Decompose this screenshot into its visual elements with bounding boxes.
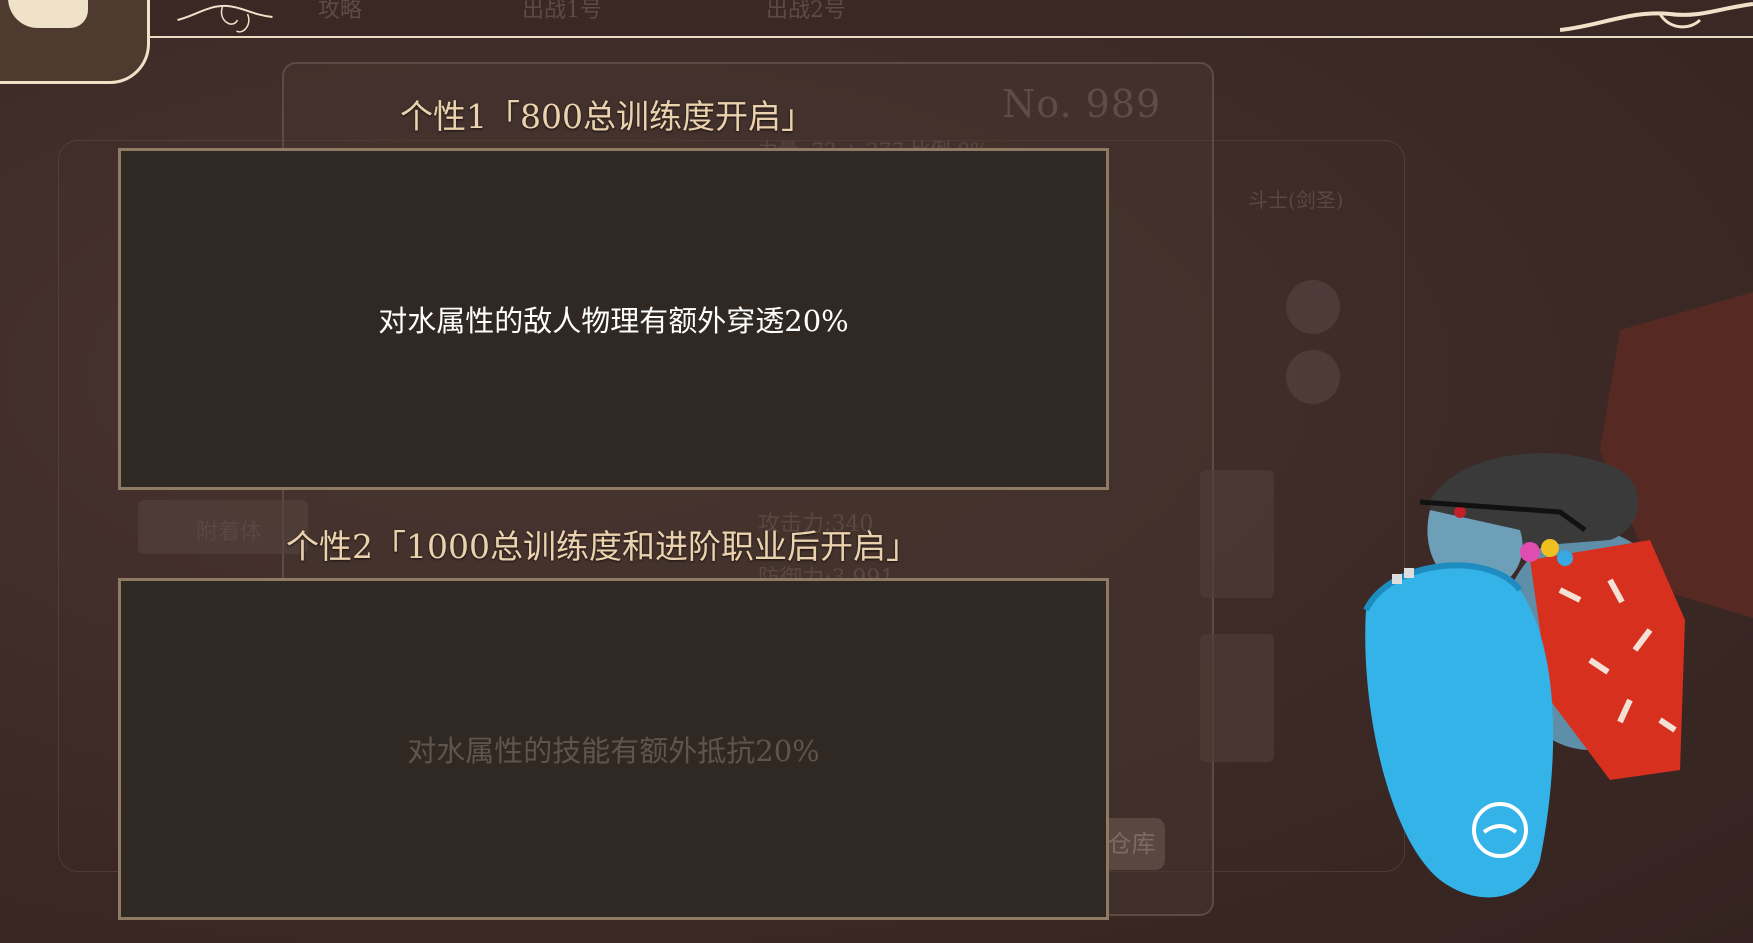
tab-team-2[interactable]: 出战2号 bbox=[766, 0, 846, 24]
back-arrow-icon bbox=[8, 0, 88, 28]
item-slot-2[interactable] bbox=[1200, 634, 1274, 762]
tab-guide[interactable]: 攻略 bbox=[318, 0, 362, 24]
trait-2-description: 对水属性的技能有额外抵抗20% bbox=[407, 734, 820, 768]
trait-1-title: 个性1「800总训练度开启」 bbox=[400, 97, 814, 136]
item-slot-1[interactable] bbox=[1200, 470, 1274, 598]
back-button[interactable] bbox=[0, 0, 150, 84]
game-screen: No. 989 力量: 73 + 277 比例:0% 攻击力:340 防御力:3… bbox=[0, 0, 1753, 943]
surfer-monster-character bbox=[1363, 453, 1685, 898]
equip-slot-2[interactable] bbox=[1286, 350, 1340, 404]
attach-label: 附着体 bbox=[196, 520, 263, 545]
left-flourish-ornament bbox=[177, 4, 273, 33]
attach-button[interactable]: 附着体 bbox=[138, 500, 308, 554]
right-flourish-ornament bbox=[1560, 2, 1753, 32]
faint-class-label: 斗士(剑圣) bbox=[1248, 188, 1344, 212]
trait-2-box: 对水属性的技能有额外抵抗20% bbox=[118, 578, 1109, 920]
trait-1-description: 对水属性的敌人物理有额外穿透20% bbox=[378, 304, 849, 338]
tab-team-1[interactable]: 出战1号 bbox=[522, 0, 602, 24]
trait-1-box: 对水属性的敌人物理有额外穿透20% bbox=[118, 148, 1109, 490]
card-number: No. 989 bbox=[1002, 82, 1162, 126]
trait-2-title: 个性2「1000总训练度和进阶职业后开启」 bbox=[286, 527, 919, 566]
equip-slot-1[interactable] bbox=[1286, 280, 1340, 334]
